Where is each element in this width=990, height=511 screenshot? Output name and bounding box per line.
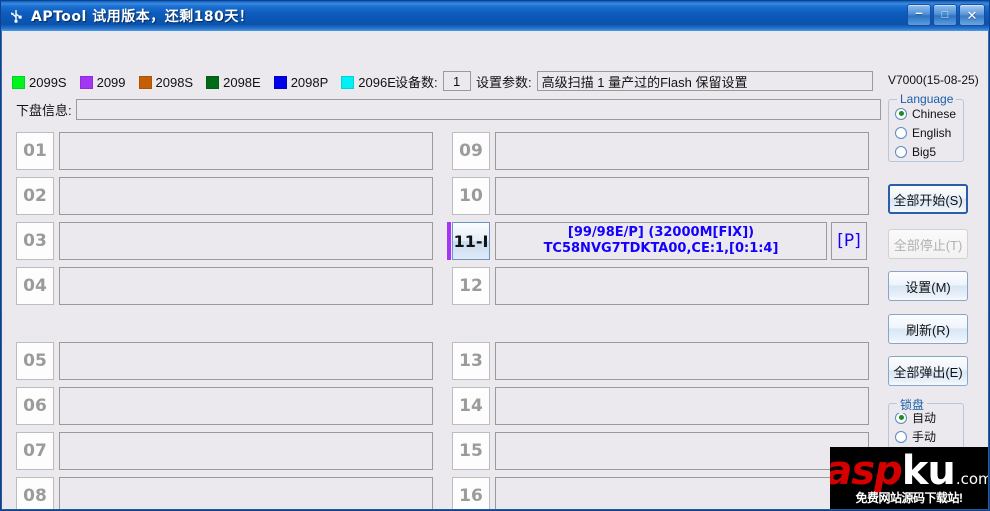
slot-08[interactable]: 08: [16, 477, 433, 509]
minimize-icon: –: [915, 4, 923, 20]
slot-04[interactable]: 04: [16, 267, 433, 305]
slot-grid: 01 02 03 04 05 06 07 08 09 10 11-I [99/98E/P] (3200…: [2, 31, 988, 509]
slot-number[interactable]: 06: [16, 387, 54, 425]
slot-15[interactable]: 15: [452, 432, 869, 470]
slot-number[interactable]: 13: [452, 342, 490, 380]
slot-accent-bar: [447, 222, 451, 260]
radio-icon[interactable]: [895, 107, 907, 120]
slot-number[interactable]: 07: [16, 432, 54, 470]
watermark-ku: ku: [901, 447, 956, 494]
close-button[interactable]: ✕: [959, 4, 985, 26]
slot-info-line1: [99/98E/P] (32000M[FIX]): [567, 225, 755, 240]
slot-07[interactable]: 07: [16, 432, 433, 470]
slot-info-field[interactable]: [59, 342, 433, 380]
radio-icon[interactable]: [895, 126, 907, 139]
maximize-button[interactable]: □: [933, 4, 957, 26]
slot-01[interactable]: 01: [16, 132, 433, 170]
slot-info-field[interactable]: [59, 477, 433, 509]
slot-number[interactable]: 09: [452, 132, 490, 170]
stop-all-button: 全部停止(T): [888, 229, 968, 259]
slot-06[interactable]: 06: [16, 387, 433, 425]
client-area: 2099S 2099 2098S 2098E 2098P 2096E 设备数: 1 设置参…: [2, 31, 988, 509]
refresh-button[interactable]: 刷新(R): [888, 314, 968, 344]
slot-info-field[interactable]: [59, 132, 433, 170]
slot-11-I[interactable]: 11-I [99/98E/P] (32000M[FIX]) TC58NVG7TDKT…: [447, 222, 867, 260]
slot-number[interactable]: 14: [452, 387, 490, 425]
slot-02[interactable]: 02: [16, 177, 433, 215]
start-all-button[interactable]: 全部开始(S): [888, 184, 968, 214]
settings-button[interactable]: 设置(M): [888, 271, 968, 301]
language-group-title: Language: [897, 92, 957, 106]
slot-05[interactable]: 05: [16, 342, 433, 380]
slot-number[interactable]: 11-I: [452, 222, 490, 260]
slot-14[interactable]: 14: [452, 387, 869, 425]
watermark-logo: asp ku .com: [830, 451, 988, 491]
slot-info-field[interactable]: [59, 387, 433, 425]
slot-number[interactable]: 02: [16, 177, 54, 215]
slot-09[interactable]: 09: [452, 132, 869, 170]
slot-info-field[interactable]: [495, 477, 869, 509]
language-option-label: English: [912, 125, 952, 140]
slot-number[interactable]: 10: [452, 177, 490, 215]
slot-number[interactable]: 04: [16, 267, 54, 305]
language-option-label: Chinese: [912, 106, 957, 121]
slot-number[interactable]: 15: [452, 432, 490, 470]
slot-number[interactable]: 05: [16, 342, 54, 380]
slot-number[interactable]: 08: [16, 477, 54, 509]
slot-status-tag: [P]: [831, 222, 867, 260]
slot-info-field[interactable]: [495, 177, 869, 215]
slot-info-field[interactable]: [495, 267, 869, 305]
language-option-english[interactable]: English: [889, 123, 963, 142]
radio-icon[interactable]: [895, 145, 907, 158]
slot-03[interactable]: 03: [16, 222, 433, 260]
slot-info-line2: TC58NVG7TDKTA00,CE:1,[0:1:4]: [543, 241, 779, 256]
watermark-subtitle: 免费网站源码下载站!: [855, 490, 964, 505]
slot-info-field[interactable]: [495, 132, 869, 170]
slot-number[interactable]: 01: [16, 132, 54, 170]
slot-info-field[interactable]: [495, 387, 869, 425]
slot-number[interactable]: 12: [452, 267, 490, 305]
watermark-com: .com: [955, 469, 988, 488]
lock-option-label: 手动: [912, 430, 937, 444]
slot-info-field[interactable]: [495, 342, 869, 380]
close-icon: ✕: [966, 7, 978, 23]
slot-info-field[interactable]: [59, 267, 433, 305]
radio-icon[interactable]: [895, 430, 907, 443]
slot-12[interactable]: 12: [452, 267, 869, 305]
slot-info-field[interactable]: [59, 222, 433, 260]
slot-13[interactable]: 13: [452, 342, 869, 380]
window-controls: – □ ✕: [907, 4, 985, 26]
minimize-button[interactable]: –: [907, 4, 931, 26]
language-groupbox: Language Chinese English Big5: [888, 92, 964, 162]
radio-icon[interactable]: [895, 411, 907, 424]
slot-info-field[interactable]: [59, 177, 433, 215]
lock-group-title: 锁盘: [897, 396, 928, 413]
slot-10[interactable]: 10: [452, 177, 869, 215]
language-option-big5[interactable]: Big5: [889, 142, 963, 161]
title-bar: APTool 试用版本，还剩180天！ – □ ✕: [1, 1, 989, 31]
language-option-label: Big5: [912, 144, 937, 159]
usb-icon: [6, 6, 26, 26]
lock-option-manual[interactable]: 手动: [889, 427, 963, 446]
slot-number[interactable]: 16: [452, 477, 490, 509]
language-option-chinese[interactable]: Chinese: [889, 104, 963, 123]
slot-info-field[interactable]: [59, 432, 433, 470]
watermark: asp ku .com 免费网站源码下载站!: [830, 447, 988, 509]
slot-info-field[interactable]: [99/98E/P] (32000M[FIX]) TC58NVG7TDKTA00,…: [495, 222, 827, 260]
slot-info-field[interactable]: [495, 432, 869, 470]
maximize-icon: □: [941, 8, 949, 21]
watermark-asp: asp: [830, 447, 903, 494]
language-options: Chinese English Big5: [889, 100, 963, 161]
slot-number[interactable]: 03: [16, 222, 54, 260]
window-title: APTool 试用版本，还剩180天！: [31, 9, 254, 25]
app-window: APTool 试用版本，还剩180天！ – □ ✕ 2099S 2099 2098S…: [0, 0, 990, 511]
eject-all-button[interactable]: 全部弹出(E): [888, 356, 968, 386]
slot-16[interactable]: 16: [452, 477, 869, 509]
